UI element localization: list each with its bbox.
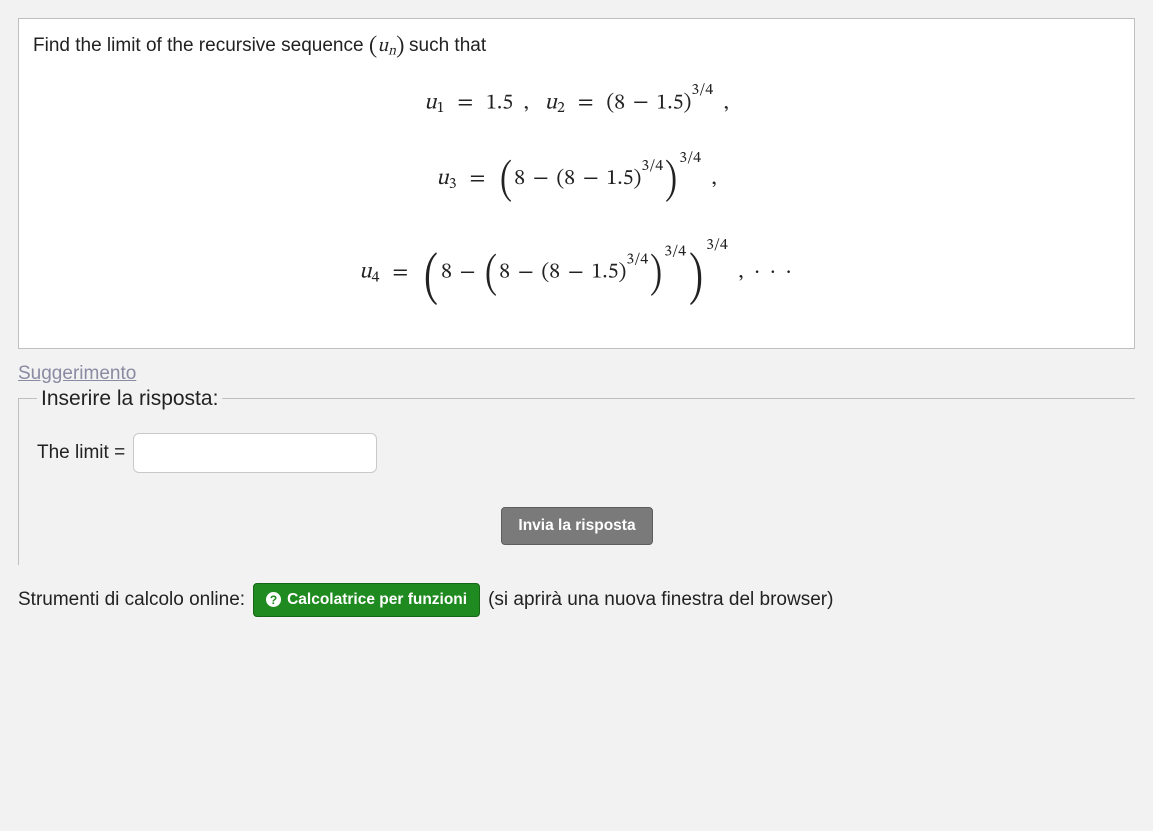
- answer-label: The limit =: [37, 442, 125, 464]
- page-root: Find the limit of the recursive sequence…: [0, 0, 1153, 637]
- calculator-button[interactable]: ? Calcolatrice per funzioni: [253, 583, 480, 617]
- math-row-3: u4 = (8−(8−(8−1.5)3/4)3/4)3/4 , · · ·: [33, 238, 1120, 307]
- sequence-sub: n: [388, 46, 396, 59]
- prompt-text-before: Find the limit of the recursive sequence: [33, 35, 369, 56]
- question-prompt: Find the limit of the recursive sequence…: [33, 31, 1120, 63]
- calculator-button-label: Calcolatrice per funzioni: [287, 591, 467, 609]
- math-row-2: u3 = (8−(8−1.5)3/4)3/4 ,: [33, 151, 1120, 204]
- tools-suffix: (si aprirà una nuova finestra del browse…: [488, 589, 833, 611]
- math-row-1: u1 = 1.5 , u2 = (8−1.5)3/4 ,: [33, 83, 1120, 117]
- sequence-symbol: (un): [369, 37, 409, 56]
- answer-row: The limit =: [37, 433, 1117, 473]
- tools-row: Strumenti di calcolo online: ? Calcolatr…: [18, 583, 1135, 617]
- hint-link[interactable]: Suggerimento: [18, 363, 136, 385]
- submit-button[interactable]: Invia la risposta: [501, 507, 652, 545]
- answer-input[interactable]: [133, 433, 377, 473]
- tools-prefix: Strumenti di calcolo online:: [18, 589, 245, 611]
- dots: · · ·: [754, 262, 794, 284]
- prompt-text-after: such that: [409, 35, 486, 56]
- close-paren: ): [396, 35, 404, 59]
- math-block: u1 = 1.5 , u2 = (8−1.5)3/4 , u3 = (8−(8−…: [33, 83, 1120, 308]
- answer-fieldset: Inserire la risposta: The limit = Invia …: [18, 387, 1135, 565]
- sequence-var: u: [377, 37, 388, 56]
- answer-legend: Inserire la risposta:: [37, 387, 222, 411]
- question-box: Find the limit of the recursive sequence…: [18, 18, 1135, 349]
- help-icon: ?: [266, 592, 281, 607]
